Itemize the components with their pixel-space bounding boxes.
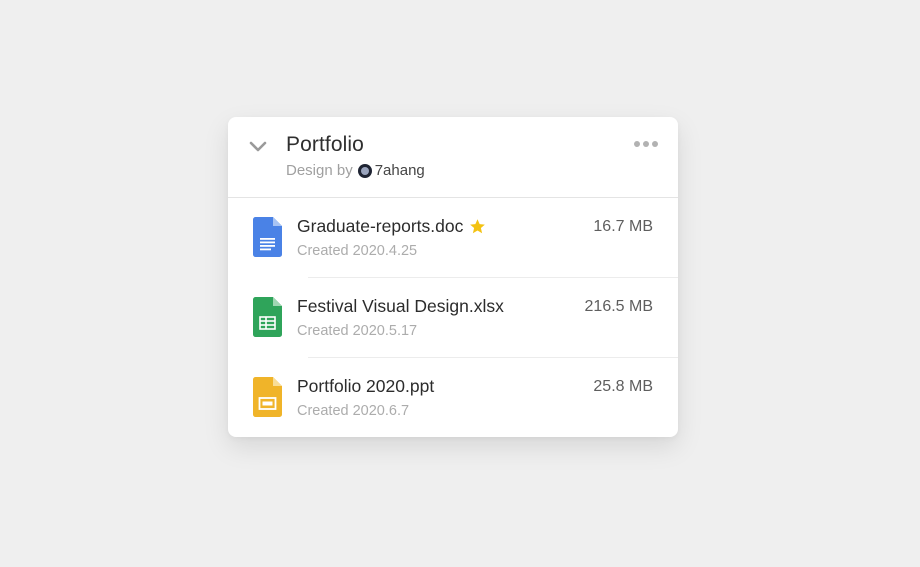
file-name-text: Festival Visual Design.xlsx <box>297 296 504 316</box>
more-options-icon[interactable] <box>634 141 658 147</box>
subtitle-prefix: Design by <box>286 162 353 179</box>
file-list: Graduate-reports.doc Created 2020.4.25 1… <box>228 198 678 437</box>
card-header: Portfolio Design by 7ahang <box>228 117 678 198</box>
file-name-text: Graduate-reports.doc <box>297 216 464 236</box>
file-size: 16.7 MB <box>593 218 653 235</box>
file-name: Portfolio 2020.ppt <box>297 376 434 397</box>
author-avatar <box>357 163 372 178</box>
file-size: 216.5 MB <box>584 298 653 315</box>
file-row[interactable]: Portfolio 2020.ppt Created 2020.6.7 25.8… <box>228 358 678 437</box>
chevron-down-icon[interactable] <box>248 137 268 155</box>
doc-file-icon <box>253 217 282 257</box>
star-icon[interactable] <box>469 218 486 235</box>
file-name: Graduate-reports.doc <box>297 216 486 237</box>
file-name-text: Portfolio 2020.ppt <box>297 376 435 396</box>
file-name: Festival Visual Design.xlsx <box>297 296 504 317</box>
slides-file-icon <box>253 377 282 417</box>
panel-title: Portfolio <box>286 133 364 156</box>
file-created-date: Created 2020.5.17 <box>297 323 418 339</box>
author-name[interactable]: 7ahang <box>375 162 425 179</box>
file-row[interactable]: Festival Visual Design.xlsx Created 2020… <box>228 278 678 358</box>
file-created-date: Created 2020.6.7 <box>297 403 410 419</box>
portfolio-card: Portfolio Design by 7ahang Graduate-repo… <box>228 117 678 437</box>
file-row[interactable]: Graduate-reports.doc Created 2020.4.25 1… <box>228 198 678 278</box>
sheet-file-icon <box>253 297 282 337</box>
file-created-date: Created 2020.4.25 <box>297 243 418 259</box>
panel-subtitle: Design by 7ahang <box>286 162 425 179</box>
file-size: 25.8 MB <box>593 378 653 395</box>
